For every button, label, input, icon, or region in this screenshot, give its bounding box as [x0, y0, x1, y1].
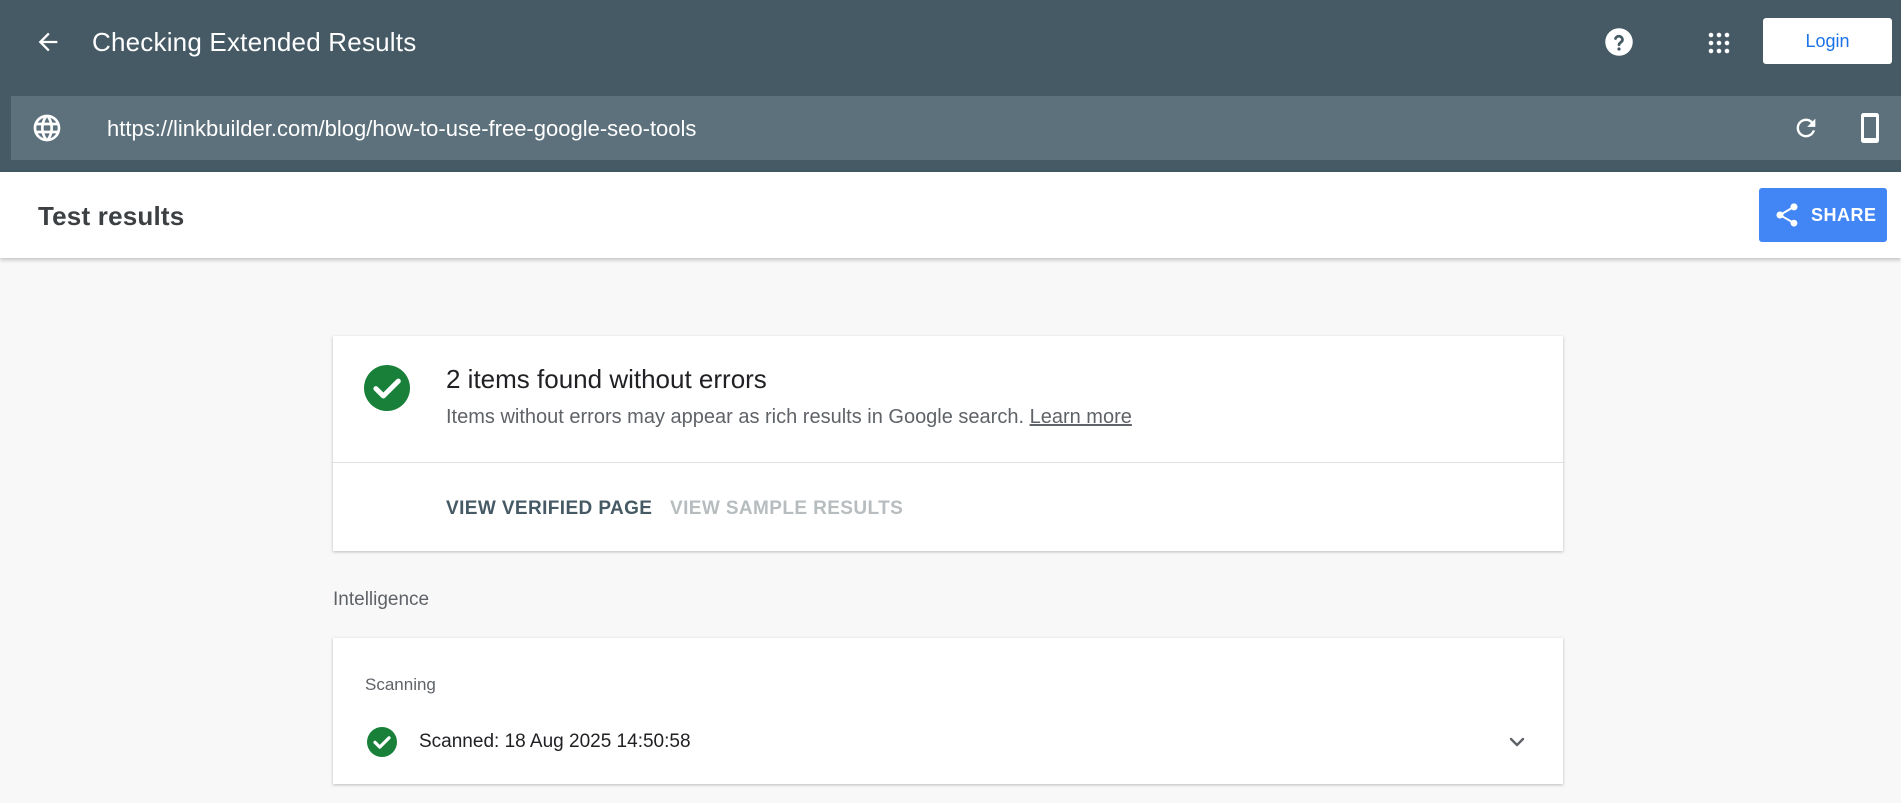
learn-more-link[interactable]: Learn more	[1030, 406, 1132, 428]
summary-heading: 2 items found without errors	[446, 364, 767, 394]
view-sample-results-button[interactable]: VIEW SAMPLE RESULTS	[670, 496, 903, 522]
app-title: Checking Extended Results	[92, 27, 417, 57]
card-divider	[333, 462, 1563, 463]
scan-status-text: Scanned: 18 Aug 2025 14:50:58	[419, 731, 691, 752]
view-verified-page-button[interactable]: VIEW VERIFIED PAGE	[446, 496, 652, 522]
chevron-down-icon	[1509, 737, 1525, 747]
globe-icon	[33, 114, 61, 142]
scanning-heading: Scanning	[365, 675, 436, 694]
login-button[interactable]: Login	[1763, 18, 1892, 64]
url-text[interactable]: https://linkbuilder.com/blog/how-to-use-…	[107, 115, 696, 143]
expand-button[interactable]	[1501, 726, 1533, 758]
summary-description: Items without errors may appear as rich …	[446, 403, 1132, 431]
apps-grid-icon	[1708, 32, 1730, 54]
results-bar: Test results SHARE	[0, 172, 1901, 258]
scanning-card: Scanning Scanned: 18 Aug 2025 14:50:58	[333, 638, 1563, 784]
arrow-back-icon	[38, 32, 58, 52]
reload-icon	[1796, 118, 1816, 138]
intelligence-section-label: Intelligence	[333, 589, 430, 610]
summary-description-text: Items without errors may appear as rich …	[446, 406, 1025, 428]
device-button[interactable]	[1853, 108, 1887, 148]
back-button[interactable]	[30, 26, 66, 58]
help-button[interactable]	[1602, 25, 1636, 59]
check-circle-icon	[364, 365, 410, 411]
url-bar: https://linkbuilder.com/blog/how-to-use-…	[11, 96, 1901, 160]
smartphone-icon	[1861, 113, 1879, 143]
summary-card: 2 items found without errors Items witho…	[333, 336, 1563, 551]
reload-button[interactable]	[1788, 110, 1824, 146]
page-title: Test results	[38, 201, 185, 231]
title-row: Checking Extended Results Login	[0, 0, 1901, 84]
apps-button[interactable]	[1700, 25, 1738, 61]
share-icon	[1776, 203, 1798, 227]
share-label: SHARE	[1811, 204, 1877, 225]
check-circle-icon	[367, 727, 397, 757]
help-circle-icon	[1605, 28, 1633, 56]
share-button[interactable]: SHARE	[1759, 188, 1887, 242]
top-app-bar: Checking Extended Results Login https://…	[0, 0, 1901, 172]
